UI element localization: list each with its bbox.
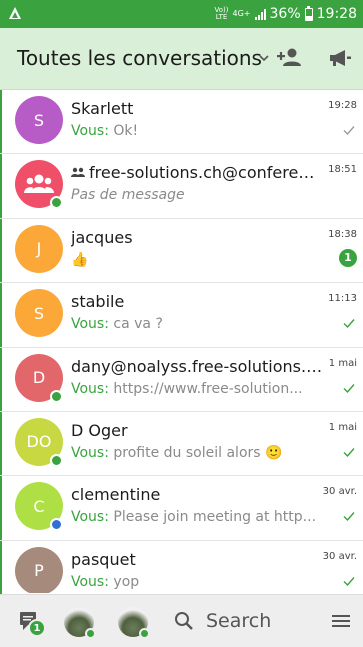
network-indicator: 4G+: [232, 9, 251, 18]
timestamp: 30 avr.: [322, 486, 357, 498]
account-status-dot: [139, 628, 150, 639]
contact-name: clementine: [71, 485, 323, 504]
avatar[interactable]: J: [15, 224, 63, 273]
app-notification-icon: [9, 7, 21, 19]
search-icon[interactable]: [174, 611, 194, 631]
chevron-down-icon[interactable]: [257, 51, 271, 65]
presence-dot: [50, 518, 63, 532]
timestamp: 30 avr.: [322, 550, 357, 562]
you-prefix: Vous:: [71, 573, 109, 590]
conversation-row[interactable]: DO D Oger Vous: profite du soleil alors 🙂 1…: [0, 412, 363, 477]
timestamp: 1 mai: [328, 357, 357, 369]
page-title[interactable]: Toutes les conversations: [17, 46, 262, 70]
you-prefix: Vous:: [71, 123, 109, 139]
contact-name-text: clementine: [71, 485, 161, 505]
presence-dot: [50, 389, 63, 403]
battery-icon: [304, 5, 313, 21]
unread-badge: 1: [339, 248, 357, 267]
conversation-row[interactable]: Cclementine Vous: Please join meeting at …: [0, 476, 363, 541]
message-preview: Vous: Please join meeting at http...: [71, 509, 333, 525]
message-preview-text: profite du soleil alors 🙂: [108, 444, 283, 461]
timestamp: 11:13: [328, 293, 357, 305]
check-icon: [343, 576, 355, 586]
message-preview-text: 👍: [71, 251, 89, 268]
message-preview-text: ca va ?: [108, 316, 163, 333]
account-avatar[interactable]: [64, 607, 96, 639]
message-preview: Pas de message: [71, 187, 333, 203]
contact-name-text: Skarlett: [71, 99, 134, 118]
check-icon: [343, 512, 355, 522]
you-prefix: Vous:: [71, 444, 109, 461]
message-preview-text: https://www.free-solution...: [108, 380, 303, 397]
conference-icon: [71, 168, 85, 178]
contact-name-text: D Oger: [71, 420, 128, 440]
check-icon: [343, 319, 355, 329]
status-bar: Vo)) LTE 4G+ 36% 19:28: [0, 0, 363, 28]
conversation-row[interactable]: free-solutions.ch@conferen... Pas de mess…: [0, 154, 363, 219]
message-preview: Vous: ca va ?: [71, 316, 333, 332]
conversation-list: S Skarlett Vous: Ok! 19:28 free-solutions.ch…: [0, 90, 363, 593]
message-preview: Vous: yop: [71, 574, 333, 590]
search-button[interactable]: Search: [206, 610, 271, 632]
contact-name: jacques: [71, 228, 323, 247]
contact-name-text: stabile: [71, 292, 125, 312]
message-preview-text: Ok!: [108, 123, 139, 139]
message-preview-text: Please join meeting at http...: [108, 509, 317, 526]
avatar[interactable]: S: [15, 289, 63, 338]
bottom-bar: 1 Search: [0, 594, 363, 647]
contact-name: dany@noalyss.free-solutions.org: [71, 357, 323, 376]
conversation-row[interactable]: Ppasquet Vous: yop 30 avr.: [0, 541, 363, 593]
check-icon: [343, 126, 355, 135]
check-icon: [343, 383, 355, 393]
contact-name: stabile: [71, 292, 323, 311]
avatar[interactable]: P: [15, 546, 63, 593]
message-preview-text: Pas de message: [71, 187, 185, 204]
add-contact-icon[interactable]: [276, 45, 302, 71]
message-preview: Vous: https://www.free-solution...: [71, 381, 333, 397]
contact-name-text: dany@noalyss.free-solutions.org: [71, 356, 323, 376]
signal-icon: [254, 8, 266, 20]
chats-unread-badge: 1: [28, 619, 46, 637]
check-icon: [343, 447, 355, 457]
volte-indicator: Vo)) LTE: [214, 6, 229, 21]
account-avatar[interactable]: [118, 607, 150, 639]
hamburger-menu-icon[interactable]: [331, 613, 351, 629]
clock: 19:28: [316, 6, 357, 22]
conversation-row[interactable]: S Skarlett Vous: Ok! 19:28: [0, 90, 363, 155]
contact-name: Skarlett: [71, 99, 323, 118]
timestamp: 1 mai: [328, 421, 357, 433]
you-prefix: Vous:: [71, 509, 109, 526]
account-status-dot: [85, 628, 96, 639]
you-prefix: Vous:: [71, 380, 109, 397]
conversation-row[interactable]: Sstabile Vous: ca va ? 11:13: [0, 283, 363, 348]
contact-name-text: pasquet: [71, 549, 136, 569]
contact-name-text: jacques: [71, 227, 133, 247]
message-preview: Vous: Ok!: [71, 123, 333, 139]
message-preview: Vous: profite du soleil alors 🙂: [71, 445, 333, 461]
message-preview-text: yop: [108, 573, 140, 590]
timestamp: 19:28: [328, 100, 357, 111]
contact-name: pasquet: [71, 550, 323, 569]
conversation-row[interactable]: Jjacques 👍 18:38 1: [0, 219, 363, 284]
avatar[interactable]: S: [15, 96, 63, 144]
status-indicators: Vo)) LTE 4G+ 36% 19:28: [215, 0, 357, 28]
megaphone-icon[interactable]: [327, 47, 353, 69]
app-header: Toutes les conversations: [0, 28, 363, 90]
contact-name: D Oger: [71, 421, 323, 440]
contact-name-text: free-solutions.ch@conferen...: [89, 163, 323, 183]
contact-name: free-solutions.ch@conferen...: [71, 163, 323, 182]
presence-dot: [50, 453, 63, 467]
timestamp: 18:38: [328, 228, 357, 240]
group-icon: [24, 174, 54, 194]
presence-dot: [50, 196, 63, 210]
battery-percent: 36%: [269, 6, 301, 22]
you-prefix: Vous:: [71, 316, 109, 333]
conversation-row[interactable]: Ddany@noalyss.free-solutions.org Vous: ht…: [0, 348, 363, 412]
timestamp: 18:51: [328, 164, 357, 176]
message-preview: 👍: [71, 252, 333, 268]
